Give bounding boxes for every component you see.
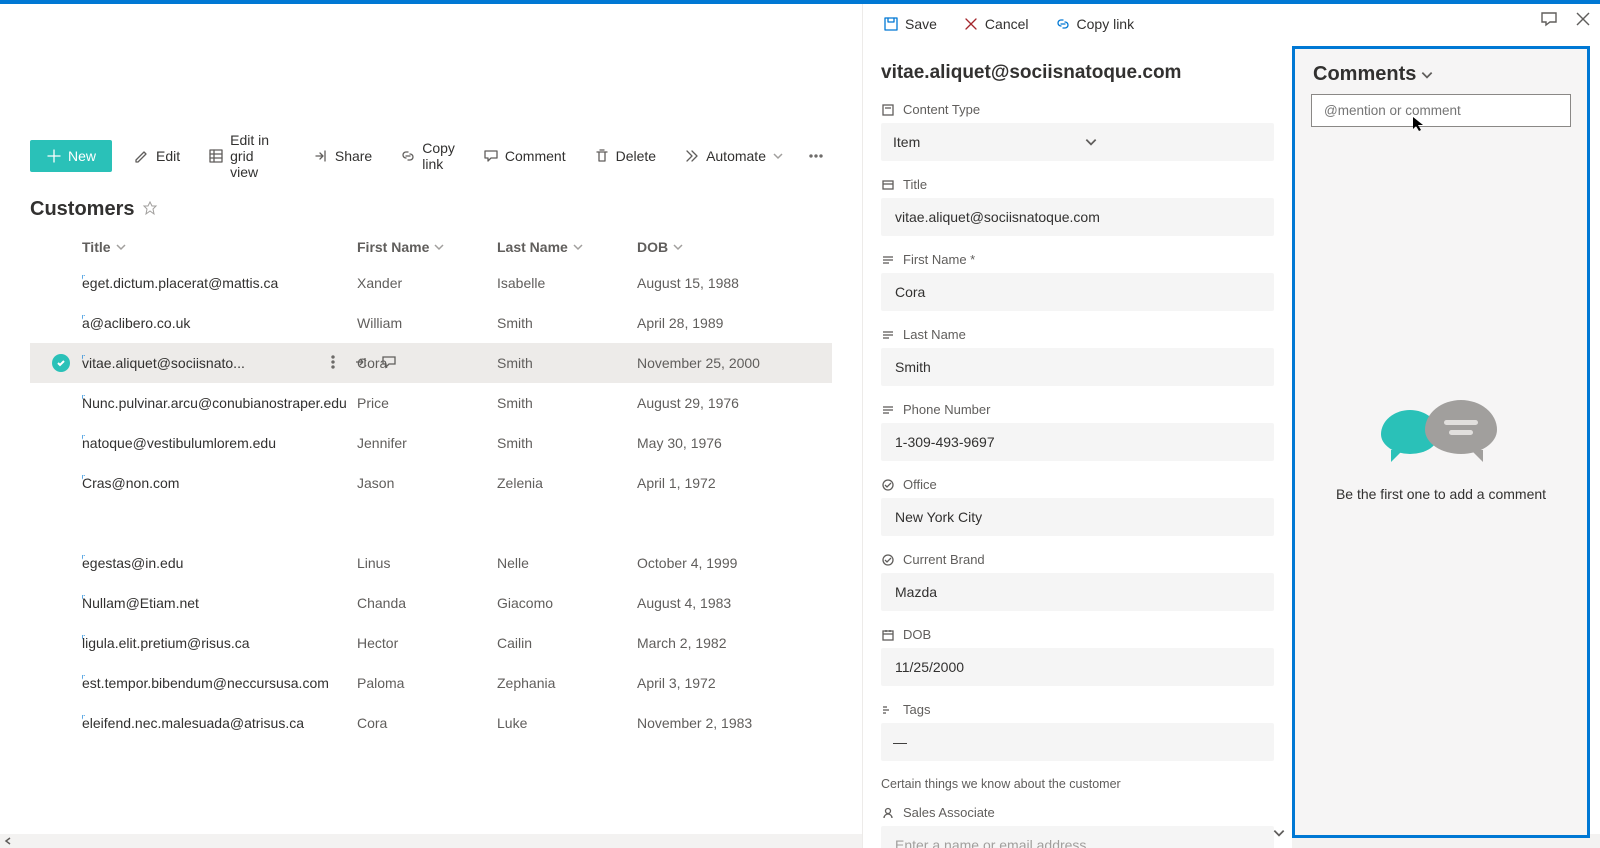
table-row[interactable]: ⤴Nunc.pulvinar.arcu@conubianostraper.edu…: [30, 383, 832, 423]
choice-icon: [881, 478, 895, 492]
text-icon: [881, 253, 895, 267]
new-button[interactable]: New: [30, 140, 112, 172]
comments-empty-icon: [1381, 400, 1501, 470]
table-row[interactable]: ⤴natoque@vestibulumlorem.edu Jennifer Sm…: [30, 423, 832, 463]
tags-field[interactable]: —: [881, 723, 1274, 761]
favorite-icon[interactable]: [142, 200, 158, 219]
comment-input[interactable]: [1311, 94, 1571, 127]
dob-field[interactable]: [881, 648, 1274, 686]
edit-grid-button[interactable]: Edit in grid view: [196, 126, 297, 186]
section-note: Certain things we know about the custome…: [881, 777, 1274, 791]
row-comment-icon[interactable]: [381, 354, 397, 373]
comments-empty-text: Be the first one to add a comment: [1336, 486, 1546, 502]
chevron-down-icon: [433, 241, 445, 253]
share-icon: [313, 148, 329, 164]
chevron-down-icon: [115, 241, 127, 253]
table-row[interactable]: ⤴Nullam@Etiam.net Chanda Giacomo August …: [30, 583, 832, 623]
last-name-field[interactable]: [881, 348, 1274, 386]
table-row[interactable]: ⤴a@aclibero.co.uk William Smith April 28…: [30, 303, 832, 343]
row-checkbox[interactable]: [40, 354, 82, 372]
comment-button[interactable]: Comment: [471, 142, 578, 170]
col-dob[interactable]: DOB: [637, 239, 777, 255]
content-type-icon: [881, 103, 895, 117]
text-icon: [881, 403, 895, 417]
list-pane: New Edit Edit in grid view Share Copy li…: [0, 4, 862, 848]
pencil-icon: [134, 148, 150, 164]
list-toolbar: New Edit Edit in grid view Share Copy li…: [0, 134, 862, 178]
chevron-down-icon: [572, 241, 584, 253]
item-title: vitae.aliquet@sociisnatoque.com: [881, 62, 1274, 84]
more-button[interactable]: [800, 142, 832, 170]
save-icon: [883, 16, 899, 32]
editor-toolbar: Save Cancel Copy link: [863, 4, 1292, 44]
editor-pane: Save Cancel Copy link vitae.aliquet@soci…: [862, 4, 1292, 848]
table-row[interactable]: ⤴Cras@non.com Jason Zelenia April 1, 197…: [30, 463, 832, 503]
row-more-icon[interactable]: [325, 354, 341, 373]
sales-associate-field[interactable]: [881, 826, 1274, 848]
more-icon: [808, 148, 824, 164]
chevron-down-icon[interactable]: [1420, 68, 1434, 82]
list-title: Customers: [30, 198, 134, 221]
comments-title: Comments: [1313, 63, 1416, 86]
grid-icon: [208, 148, 224, 164]
phone-field[interactable]: [881, 423, 1274, 461]
copy-link-editor-button[interactable]: Copy link: [1049, 12, 1141, 36]
chevron-down-icon: [1084, 135, 1098, 149]
delete-button[interactable]: Delete: [582, 142, 668, 170]
trash-icon: [594, 148, 610, 164]
comment-icon: [483, 148, 499, 164]
chevron-down-icon: [772, 150, 784, 162]
link-icon: [400, 148, 416, 164]
link-icon: [1055, 16, 1071, 32]
text-icon: [881, 328, 895, 342]
office-field[interactable]: [881, 498, 1274, 536]
first-name-field[interactable]: [881, 273, 1274, 311]
col-last-name[interactable]: Last Name: [497, 239, 637, 255]
copy-link-button[interactable]: Copy link: [388, 134, 467, 178]
close-panel-icon[interactable]: [1574, 10, 1592, 31]
scroll-down-icon[interactable]: [1272, 826, 1286, 840]
choice-icon: [881, 553, 895, 567]
calendar-icon: [881, 628, 895, 642]
table-row[interactable]: ⤴eget.dictum.placerat@mattis.ca Xander I…: [30, 263, 832, 303]
tags-icon: [881, 703, 895, 717]
person-icon: [881, 806, 895, 820]
col-title[interactable]: Title: [82, 239, 357, 255]
new-label: New: [68, 148, 96, 164]
table-row[interactable]: ⤴ligula.elit.pretium@risus.ca Hector Cai…: [30, 623, 832, 663]
save-button[interactable]: Save: [877, 12, 943, 36]
close-icon: [963, 16, 979, 32]
column-headers: Title First Name Last Name DOB: [0, 231, 862, 263]
table-row[interactable]: ⤴eleifend.nec.malesuada@atrisus.ca Cora …: [30, 703, 832, 743]
col-first-name[interactable]: First Name: [357, 239, 497, 255]
title-field[interactable]: [881, 198, 1274, 236]
comments-toggle-icon[interactable]: [1540, 10, 1558, 31]
cancel-button[interactable]: Cancel: [957, 12, 1035, 36]
comments-pane: Comments Be the first one to add a comme…: [1292, 4, 1600, 848]
scroll-left-icon[interactable]: [0, 834, 16, 848]
flow-icon: [684, 148, 700, 164]
brand-field[interactable]: [881, 573, 1274, 611]
table-row[interactable]: ⤴egestas@in.edu Linus Nelle October 4, 1…: [30, 543, 832, 583]
content-type-dropdown[interactable]: Item: [881, 123, 1274, 161]
automate-button[interactable]: Automate: [672, 142, 796, 170]
table-row[interactable]: ⤴vitae.aliquet@sociisnato... Cora Smith …: [30, 343, 832, 383]
row-share-icon[interactable]: [353, 354, 369, 373]
chevron-down-icon: [672, 241, 684, 253]
plus-icon: [46, 148, 62, 164]
share-button[interactable]: Share: [301, 142, 384, 170]
title-icon: [881, 178, 895, 192]
edit-button[interactable]: Edit: [122, 142, 192, 170]
cursor-icon: [1411, 115, 1429, 133]
table-row[interactable]: ⤴est.tempor.bibendum@neccursusa.com Palo…: [30, 663, 832, 703]
